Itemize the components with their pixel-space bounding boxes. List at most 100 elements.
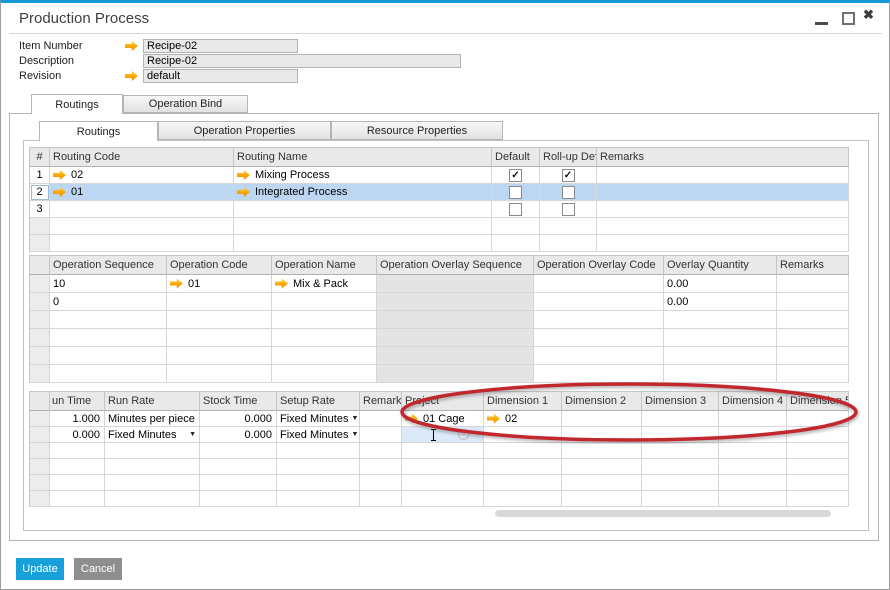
dimension2-cell[interactable] — [562, 411, 642, 427]
stock-time-cell[interactable]: 0.000 — [200, 427, 277, 443]
table-cell[interactable] — [277, 475, 360, 491]
default-checkbox[interactable] — [509, 203, 522, 216]
table-cell[interactable] — [50, 311, 167, 329]
rollup-checkbox[interactable] — [562, 169, 575, 182]
row-header[interactable] — [30, 293, 50, 311]
dimension1-cell[interactable]: 02 — [484, 411, 562, 427]
table-cell[interactable] — [50, 491, 105, 507]
table-cell[interactable] — [360, 443, 402, 459]
table-cell[interactable] — [664, 329, 777, 347]
project-cell-active[interactable] — [402, 427, 484, 443]
table-cell[interactable] — [642, 475, 719, 491]
default-cell[interactable] — [492, 201, 540, 218]
update-button[interactable]: Update — [16, 558, 64, 580]
table-cell[interactable] — [50, 459, 105, 475]
dimension1-cell[interactable] — [484, 427, 562, 443]
table-cell[interactable] — [402, 475, 484, 491]
link-arrow-icon[interactable] — [170, 279, 183, 289]
rollup-checkbox[interactable] — [562, 186, 575, 199]
rollup-cell[interactable] — [540, 167, 597, 184]
remarks-cell[interactable] — [597, 201, 849, 218]
table-cell[interactable] — [50, 347, 167, 365]
table-cell[interactable] — [719, 459, 787, 475]
table-cell[interactable] — [105, 491, 200, 507]
table-cell[interactable] — [597, 235, 849, 252]
revision-field[interactable]: default — [143, 69, 298, 83]
run-rate-cell[interactable]: Minutes per piece▼ — [105, 411, 200, 427]
table-cell[interactable] — [50, 475, 105, 491]
table-cell[interactable] — [402, 491, 484, 507]
table-cell[interactable] — [200, 459, 277, 475]
table-cell[interactable] — [484, 475, 562, 491]
table-cell[interactable] — [167, 311, 272, 329]
dimension4-cell[interactable] — [719, 411, 787, 427]
table-cell[interactable] — [30, 365, 50, 383]
project-cell[interactable]: 01 Cage — [402, 411, 484, 427]
routing-code-cell[interactable] — [50, 201, 234, 218]
default-checkbox[interactable] — [509, 169, 522, 182]
table-cell[interactable] — [540, 218, 597, 235]
table-cell[interactable] — [50, 329, 167, 347]
table-cell[interactable] — [534, 311, 664, 329]
table-cell[interactable] — [30, 459, 50, 475]
run-time-cell[interactable]: 1.000 — [50, 411, 105, 427]
link-arrow-icon[interactable] — [53, 187, 66, 197]
operation-sequence-cell[interactable]: 0 — [50, 293, 167, 311]
table-cell[interactable] — [30, 475, 50, 491]
table-cell[interactable] — [360, 459, 402, 475]
link-arrow-icon[interactable] — [237, 187, 250, 197]
table-cell[interactable] — [30, 235, 50, 252]
table-cell[interactable] — [719, 491, 787, 507]
rollup-cell[interactable] — [540, 201, 597, 218]
table-cell[interactable] — [484, 443, 562, 459]
cancel-button[interactable]: Cancel — [74, 558, 122, 580]
dimension2-cell[interactable] — [562, 427, 642, 443]
stock-time-cell[interactable]: 0.000 — [200, 411, 277, 427]
tab-resource-properties[interactable]: Resource Properties — [331, 121, 503, 140]
run-rate-cell[interactable]: Fixed Minutes▼ — [105, 427, 200, 443]
table-cell[interactable] — [562, 491, 642, 507]
table-cell[interactable] — [105, 459, 200, 475]
table-cell[interactable] — [105, 475, 200, 491]
dimension5-cell[interactable] — [787, 427, 849, 443]
table-cell[interactable] — [30, 443, 50, 459]
table-cell[interactable] — [277, 491, 360, 507]
table-cell[interactable] — [105, 443, 200, 459]
table-cell[interactable] — [167, 329, 272, 347]
operation-name-cell[interactable]: Mix & Pack — [272, 275, 377, 293]
row-number[interactable]: 2 — [30, 184, 50, 201]
routing-code-cell[interactable]: 01 — [50, 184, 234, 201]
horizontal-scrollbar-thumb[interactable] — [495, 510, 831, 517]
row-number[interactable]: 1 — [30, 167, 50, 184]
overlay-code-cell[interactable] — [534, 293, 664, 311]
table-cell[interactable] — [272, 311, 377, 329]
remarks-cell[interactable] — [777, 293, 849, 311]
table-cell[interactable] — [30, 491, 50, 507]
operation-code-cell[interactable] — [167, 293, 272, 311]
remarks-cell[interactable] — [597, 167, 849, 184]
link-arrow-icon[interactable] — [237, 170, 250, 180]
table-cell[interactable] — [492, 235, 540, 252]
remarks-cell[interactable] — [597, 184, 849, 201]
table-cell[interactable] — [277, 443, 360, 459]
overlay-quantity-cell[interactable]: 0.00 — [664, 293, 777, 311]
table-cell[interactable] — [777, 347, 849, 365]
minimize-icon[interactable] — [815, 22, 828, 25]
table-cell[interactable] — [167, 347, 272, 365]
table-cell[interactable] — [234, 235, 492, 252]
maximize-icon[interactable] — [842, 12, 855, 25]
operation-sequence-cell[interactable]: 10 — [50, 275, 167, 293]
routing-code-cell[interactable]: 02 — [50, 167, 234, 184]
link-arrow-icon[interactable] — [125, 71, 138, 81]
table-cell[interactable] — [642, 491, 719, 507]
routing-name-cell[interactable]: Integrated Process — [234, 184, 492, 201]
routing-name-cell[interactable] — [234, 201, 492, 218]
table-cell[interactable] — [562, 443, 642, 459]
table-cell[interactable] — [272, 347, 377, 365]
dimension5-cell[interactable] — [787, 411, 849, 427]
table-cell[interactable] — [597, 218, 849, 235]
default-cell[interactable] — [492, 184, 540, 201]
table-cell[interactable] — [534, 329, 664, 347]
table-cell[interactable] — [777, 311, 849, 329]
table-cell[interactable] — [402, 459, 484, 475]
